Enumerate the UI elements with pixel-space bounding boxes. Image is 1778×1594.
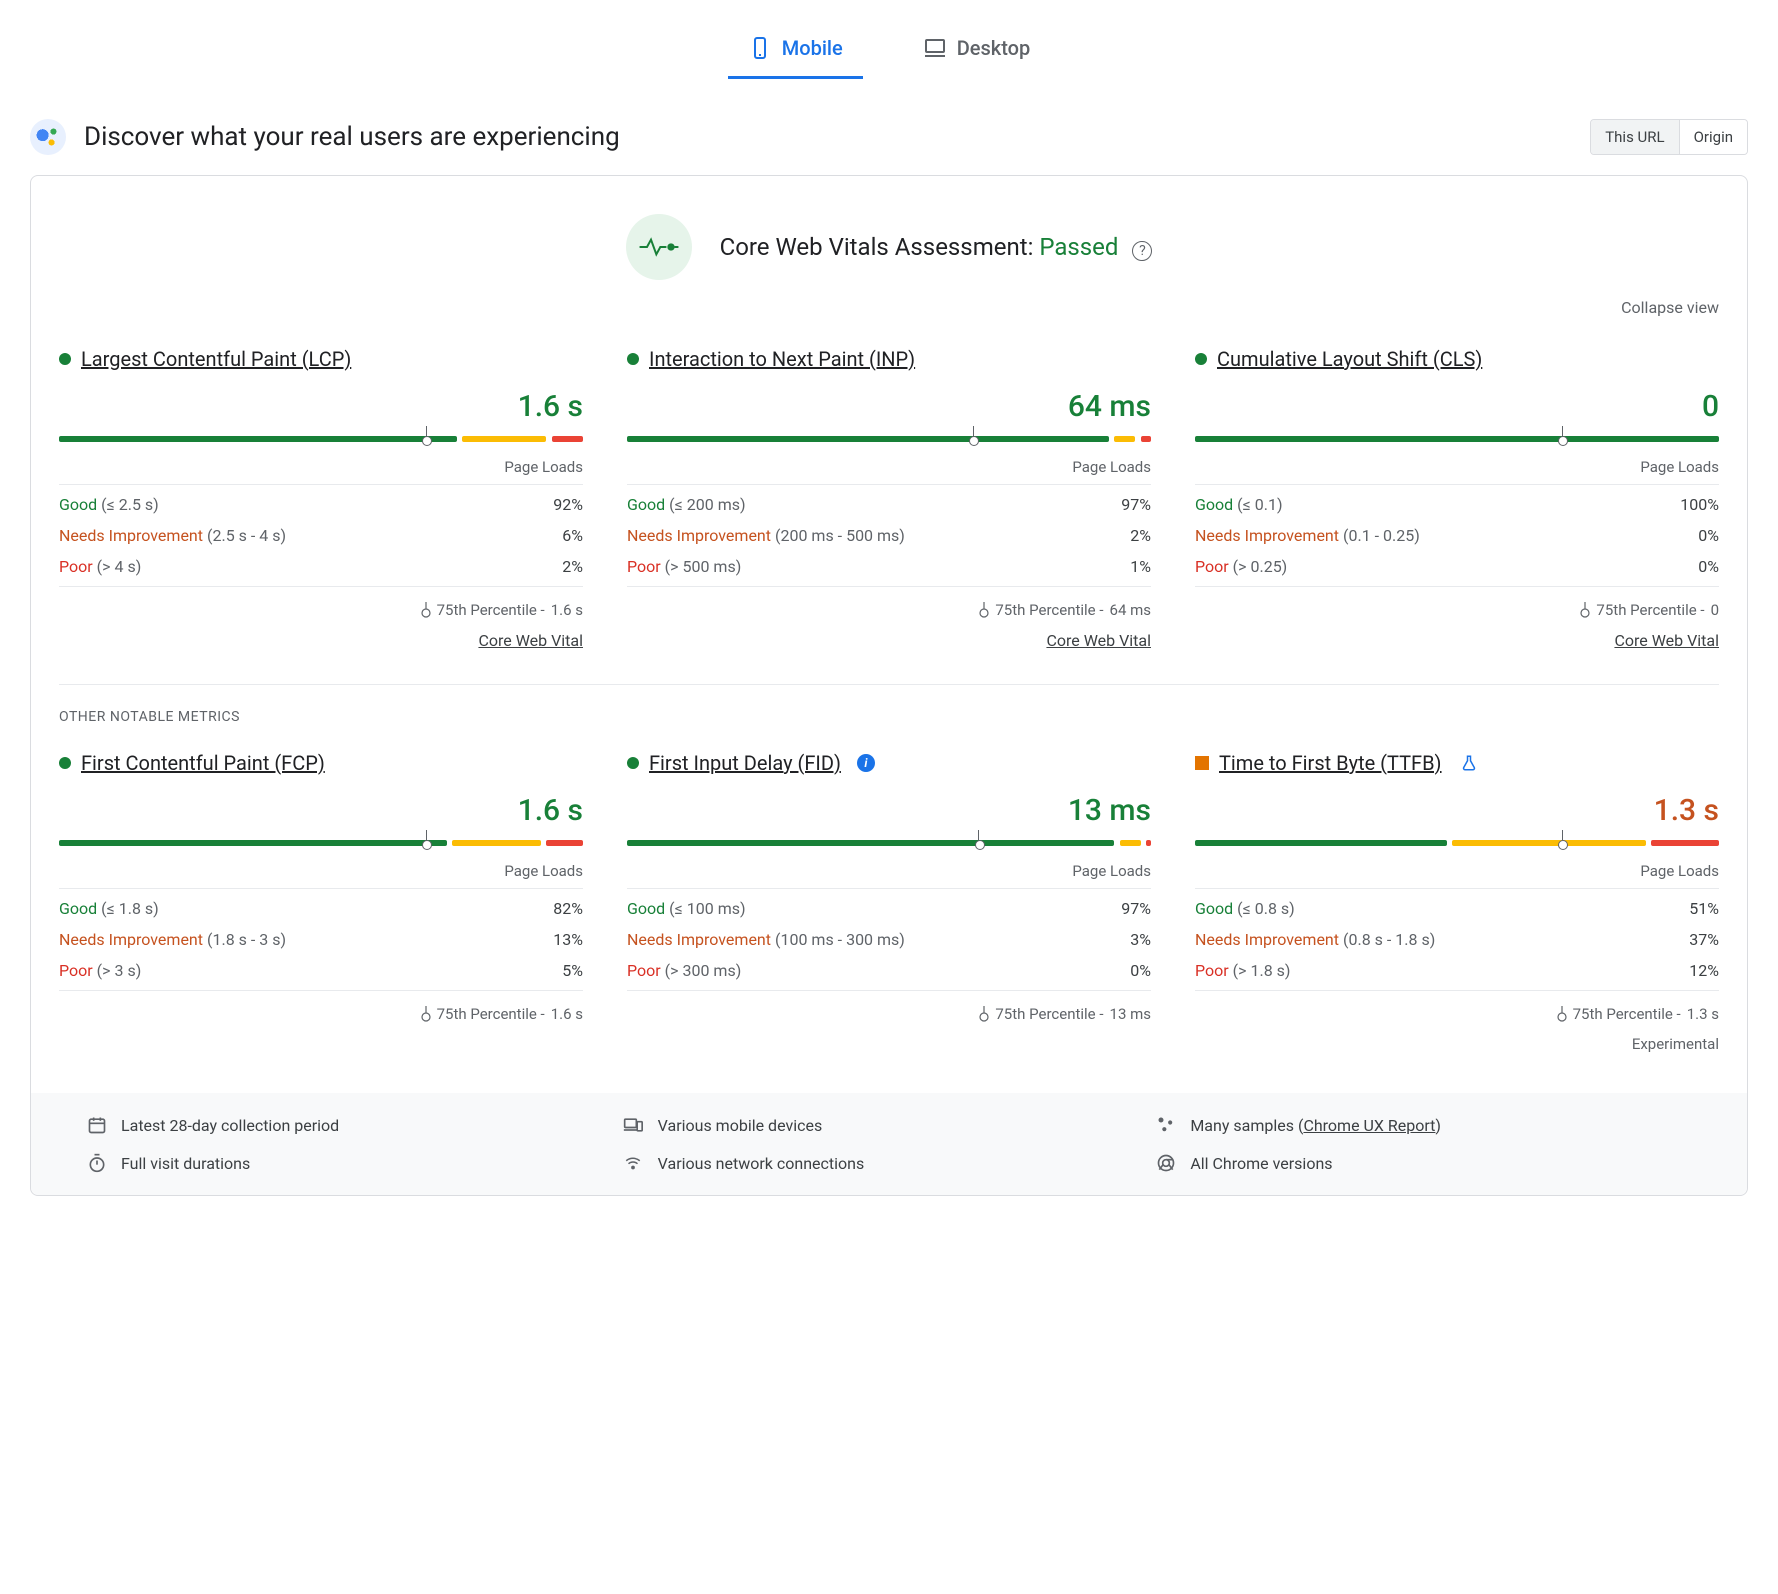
pin-icon — [979, 1006, 989, 1022]
pin-icon — [1557, 1006, 1567, 1022]
metric-lcp-dist — [59, 430, 583, 448]
metric-ttfb-dist — [1195, 834, 1719, 852]
tab-desktop-label: Desktop — [957, 36, 1031, 60]
core-metrics-grid: Largest Contentful Paint (LCP) 1.6 s Pag… — [59, 347, 1719, 650]
footer-period: Latest 28-day collection period — [87, 1115, 622, 1135]
calendar-icon — [87, 1115, 107, 1135]
metric-fcp: First Contentful Paint (FCP) 1.6 s Page … — [59, 751, 583, 1053]
experimental-label: Experimental — [1195, 1035, 1719, 1053]
status-dot-icon — [59, 353, 71, 365]
url-origin-toggle: This URL Origin — [1590, 119, 1748, 155]
status-dot-icon — [59, 757, 71, 769]
metric-fid-name[interactable]: First Input Delay (FID) — [649, 751, 841, 775]
help-icon[interactable]: ? — [1132, 241, 1152, 261]
metric-fcp-dist — [59, 834, 583, 852]
cwv-link[interactable]: Core Web Vital — [627, 631, 1151, 650]
other-metrics-grid: First Contentful Paint (FCP) 1.6 s Page … — [59, 751, 1719, 1053]
footer-durations: Full visit durations — [87, 1153, 622, 1173]
footer-connections: Various network connections — [622, 1153, 1157, 1173]
percentile-marker-icon — [426, 830, 427, 840]
view-tabs: Mobile Desktop — [30, 0, 1748, 79]
pin-icon — [979, 602, 989, 618]
pulse-circle — [626, 214, 692, 280]
metric-fid: First Input Delay (FID) i 13 ms Page Loa… — [627, 751, 1151, 1053]
crux-logo-icon — [30, 119, 66, 155]
metric-ttfb: Time to First Byte (TTFB) 1.3 s Page Loa… — [1195, 751, 1719, 1053]
status-dot-icon — [627, 353, 639, 365]
metric-lcp: Largest Contentful Paint (LCP) 1.6 s Pag… — [59, 347, 583, 650]
percentile-marker-icon — [978, 830, 979, 840]
percentile-marker-icon — [1562, 830, 1563, 840]
footer-info: Latest 28-day collection period Various … — [31, 1093, 1747, 1195]
tab-mobile-label: Mobile — [782, 36, 843, 60]
pin-icon — [421, 1006, 431, 1022]
assessment-text: Core Web Vitals Assessment: Passed ? — [720, 233, 1153, 261]
pulse-icon — [639, 237, 679, 257]
metric-fcp-value: 1.6 s — [59, 793, 583, 828]
wifi-icon — [622, 1154, 644, 1172]
pin-icon — [1580, 602, 1590, 618]
metric-ttfb-name[interactable]: Time to First Byte (TTFB) — [1219, 751, 1442, 775]
metric-lcp-name[interactable]: Largest Contentful Paint (LCP) — [81, 347, 351, 371]
metric-cls: Cumulative Layout Shift (CLS) 0 Page Loa… — [1195, 347, 1719, 650]
metric-ttfb-value: 1.3 s — [1195, 793, 1719, 828]
assessment-label: Core Web Vitals Assessment: — [720, 233, 1040, 261]
metric-inp: Interaction to Next Paint (INP) 64 ms Pa… — [627, 347, 1151, 650]
pin-icon — [421, 602, 431, 618]
percentile-marker-icon — [1562, 426, 1563, 436]
info-icon[interactable]: i — [857, 754, 875, 772]
page-loads-label: Page Loads — [59, 458, 583, 476]
footer-versions: All Chrome versions — [1156, 1153, 1691, 1173]
desktop-icon — [923, 36, 947, 60]
collapse-view[interactable]: Collapse view — [59, 294, 1719, 347]
status-dot-icon — [627, 757, 639, 769]
pill-origin[interactable]: Origin — [1679, 120, 1747, 154]
stopwatch-icon — [87, 1153, 107, 1173]
chrome-icon — [1156, 1153, 1176, 1173]
metric-inp-name[interactable]: Interaction to Next Paint (INP) — [649, 347, 915, 371]
percentile-marker-icon — [973, 426, 974, 436]
devices-icon — [622, 1115, 644, 1135]
percentile-marker-icon — [426, 426, 427, 436]
tab-desktop[interactable]: Desktop — [903, 20, 1051, 79]
metric-cls-dist — [1195, 430, 1719, 448]
cwv-link[interactable]: Core Web Vital — [59, 631, 583, 650]
cwv-link[interactable]: Core Web Vital — [1195, 631, 1719, 650]
assessment-result: Passed — [1039, 233, 1118, 261]
assessment-banner: Core Web Vitals Assessment: Passed ? — [59, 214, 1719, 280]
metric-inp-value: 64 ms — [627, 389, 1151, 424]
status-square-icon — [1195, 756, 1209, 770]
scatter-icon — [1156, 1115, 1176, 1135]
page-title: Discover what your real users are experi… — [84, 122, 620, 152]
metric-fid-value: 13 ms — [627, 793, 1151, 828]
metric-inp-dist — [627, 430, 1151, 448]
metric-fcp-name[interactable]: First Contentful Paint (FCP) — [81, 751, 325, 775]
metric-cls-name[interactable]: Cumulative Layout Shift (CLS) — [1217, 347, 1482, 371]
pill-this-url[interactable]: This URL — [1591, 120, 1678, 154]
status-dot-icon — [1195, 353, 1207, 365]
metric-fid-dist — [627, 834, 1151, 852]
chrome-ux-report-link[interactable]: Chrome UX Report — [1303, 1116, 1435, 1135]
field-data-panel: Core Web Vitals Assessment: Passed ? Col… — [30, 175, 1748, 1196]
mobile-icon — [748, 36, 772, 60]
metric-cls-value: 0 — [1195, 389, 1719, 424]
tab-mobile[interactable]: Mobile — [728, 20, 863, 79]
metric-lcp-value: 1.6 s — [59, 389, 583, 424]
footer-devices: Various mobile devices — [622, 1115, 1157, 1135]
footer-samples: Many samples (Chrome UX Report) — [1156, 1115, 1691, 1135]
other-metrics-label: OTHER NOTABLE METRICS — [59, 709, 1719, 725]
flask-icon[interactable] — [1460, 754, 1478, 772]
